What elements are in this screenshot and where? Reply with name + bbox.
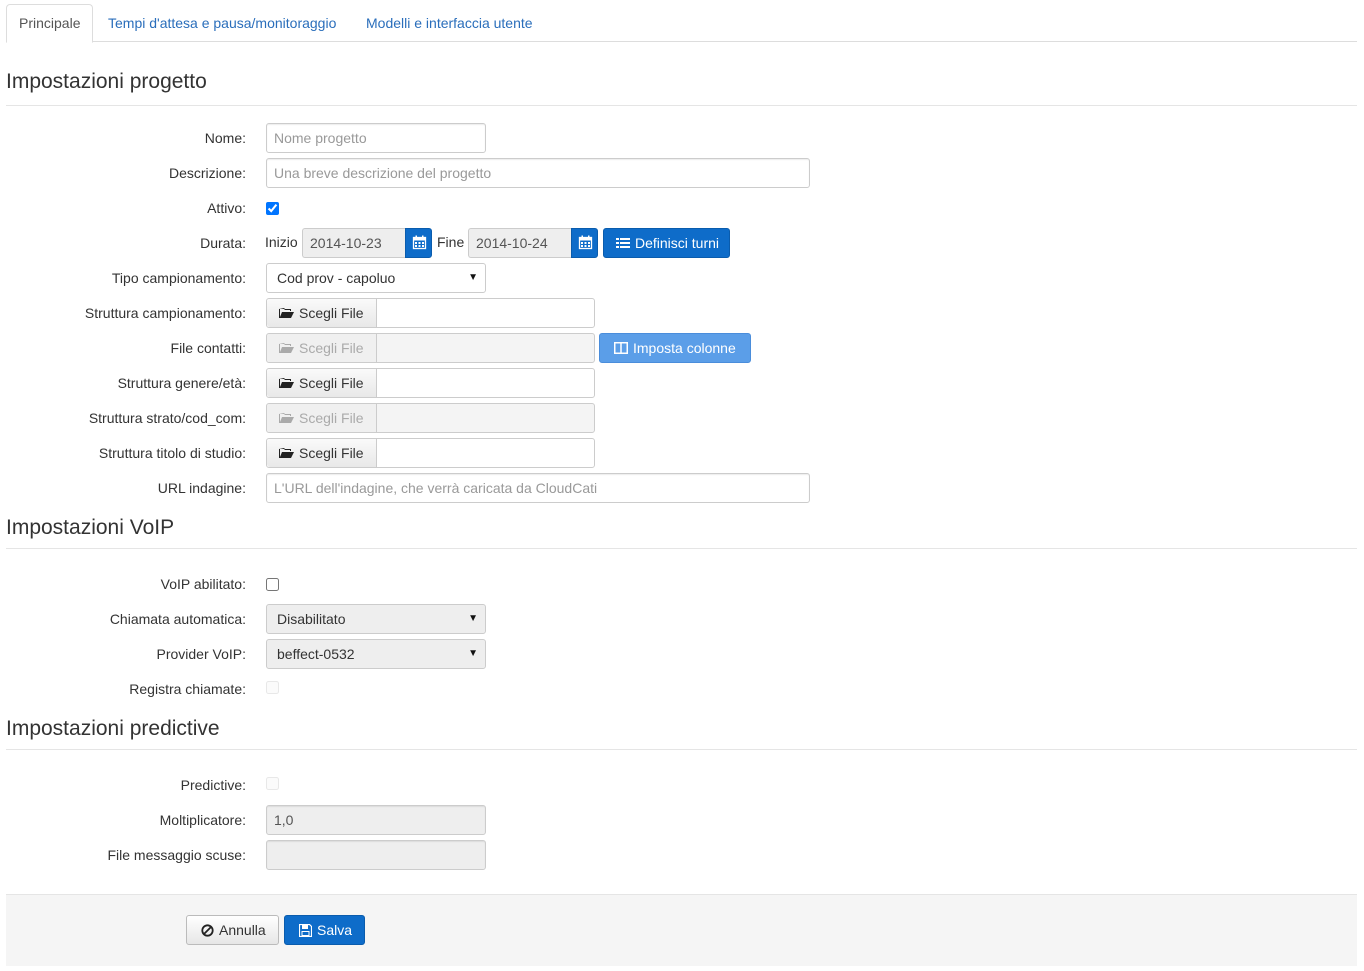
folder-open-icon: [279, 413, 294, 424]
section-title-voip: Impostazioni VoIP: [6, 512, 1357, 549]
sampling-structure-file: Scegli File: [266, 298, 595, 328]
tab-tempi-attesa[interactable]: Tempi d'attesa e pausa/monitoraggio: [96, 4, 348, 42]
cancel-label: Annulla: [219, 922, 266, 938]
form-footer: Annulla Salva: [6, 894, 1357, 966]
choose-file-label: Scegli File: [299, 410, 364, 426]
duration-label: Durata:: [200, 235, 246, 251]
gender-age-file: Scegli File: [266, 368, 595, 398]
section-title-predictive: Impostazioni predictive: [6, 713, 1357, 750]
voip-provider-value: beffect-0532: [277, 646, 355, 662]
contacts-file-label: File contatti:: [170, 340, 246, 356]
section-title-project: Impostazioni progetto: [6, 66, 1357, 106]
folder-open-icon: [279, 343, 294, 354]
education-label: Struttura titolo di studio:: [98, 445, 246, 461]
survey-url-label: URL indagine:: [157, 480, 246, 496]
description-input[interactable]: [266, 158, 810, 188]
tab-bar: Principale Tempi d'attesa e pausa/monito…: [6, 4, 1357, 43]
caret-down-icon: ▼: [468, 648, 478, 659]
cancel-button[interactable]: Annulla: [186, 915, 279, 945]
multiplier-input: [266, 805, 486, 835]
choose-file-label: Scegli File: [299, 375, 364, 391]
strata-file: Scegli File: [266, 403, 595, 433]
save-label: Salva: [317, 922, 353, 938]
choose-file-button[interactable]: Scegli File: [267, 439, 377, 467]
caret-down-icon: ▼: [468, 272, 478, 283]
start-calendar-button[interactable]: [405, 228, 432, 258]
record-calls-label: Registra chiamate:: [129, 681, 246, 697]
project-settings-page: Principale Tempi d'attesa e pausa/monito…: [0, 0, 1364, 971]
predictive-label: Predictive:: [180, 777, 246, 793]
choose-file-button-disabled: Scegli File: [267, 334, 377, 362]
sampling-type-label: Tipo campionamento:: [111, 270, 246, 286]
education-file: Scegli File: [266, 438, 595, 468]
end-date-label: Fine: [437, 234, 465, 250]
voip-provider-label: Provider VoIP:: [156, 646, 247, 662]
record-calls-checkbox: [266, 681, 279, 694]
define-shifts-button[interactable]: Definisci turni: [603, 228, 731, 258]
auto-call-label: Chiamata automatica:: [109, 611, 246, 627]
caret-down-icon: ▼: [468, 613, 478, 624]
apology-file-label: File messaggio scuse:: [107, 847, 246, 863]
set-columns-button[interactable]: Imposta colonne: [599, 333, 751, 363]
sampling-type-value: Cod prov - capoluo: [277, 270, 396, 286]
folder-open-icon: [279, 378, 294, 389]
voip-enabled-checkbox[interactable]: [266, 578, 279, 591]
gender-age-label: Struttura genere/età:: [117, 375, 246, 391]
choose-file-label: Scegli File: [299, 445, 364, 461]
calendar-icon: [412, 235, 427, 250]
end-calendar-button[interactable]: [571, 228, 598, 258]
floppy-disk-icon: [299, 923, 312, 937]
predictive-checkbox: [266, 777, 279, 790]
voip-enabled-label: VoIP abilitato:: [160, 576, 246, 592]
auto-call-select[interactable]: Disabilitato ▼: [266, 604, 486, 634]
start-date-input[interactable]: 2014-10-23: [302, 228, 406, 258]
active-checkbox[interactable]: [266, 202, 279, 215]
tab-modelli-interfaccia[interactable]: Modelli e interfaccia utente: [354, 4, 545, 42]
multiplier-label: Moltiplicatore:: [159, 812, 246, 828]
strata-label: Struttura strato/cod_com:: [88, 410, 246, 426]
voip-provider-select[interactable]: beffect-0532 ▼: [266, 639, 486, 669]
save-button[interactable]: Salva: [284, 915, 366, 945]
choose-file-button[interactable]: Scegli File: [267, 369, 377, 397]
folder-open-icon: [279, 308, 294, 319]
folder-open-icon: [279, 448, 294, 459]
choose-file-label: Scegli File: [299, 305, 364, 321]
columns-icon: [614, 342, 628, 355]
choose-file-button-disabled: Scegli File: [267, 404, 377, 432]
auto-call-value: Disabilitato: [277, 611, 346, 627]
tab-principale[interactable]: Principale: [6, 4, 94, 43]
survey-url-input[interactable]: [266, 473, 810, 503]
active-label: Attivo:: [207, 200, 246, 216]
set-columns-label: Imposta colonne: [633, 340, 736, 356]
sampling-type-select[interactable]: Cod prov - capoluo ▼: [266, 263, 486, 293]
name-label: Nome:: [204, 130, 246, 146]
calendar-icon: [578, 235, 593, 250]
end-date-input[interactable]: 2014-10-24: [468, 228, 572, 258]
ban-icon: [201, 924, 214, 937]
choose-file-button[interactable]: Scegli File: [267, 299, 377, 327]
name-input[interactable]: [266, 123, 486, 153]
sampling-structure-label: Struttura campionamento:: [84, 305, 246, 321]
description-label: Descrizione:: [168, 165, 246, 181]
list-icon: [616, 238, 630, 249]
start-date-label: Inizio: [265, 234, 298, 250]
contacts-file: Scegli File: [266, 333, 595, 363]
choose-file-label: Scegli File: [299, 340, 364, 356]
apology-file-input: [266, 840, 486, 870]
define-shifts-label: Definisci turni: [635, 235, 720, 251]
